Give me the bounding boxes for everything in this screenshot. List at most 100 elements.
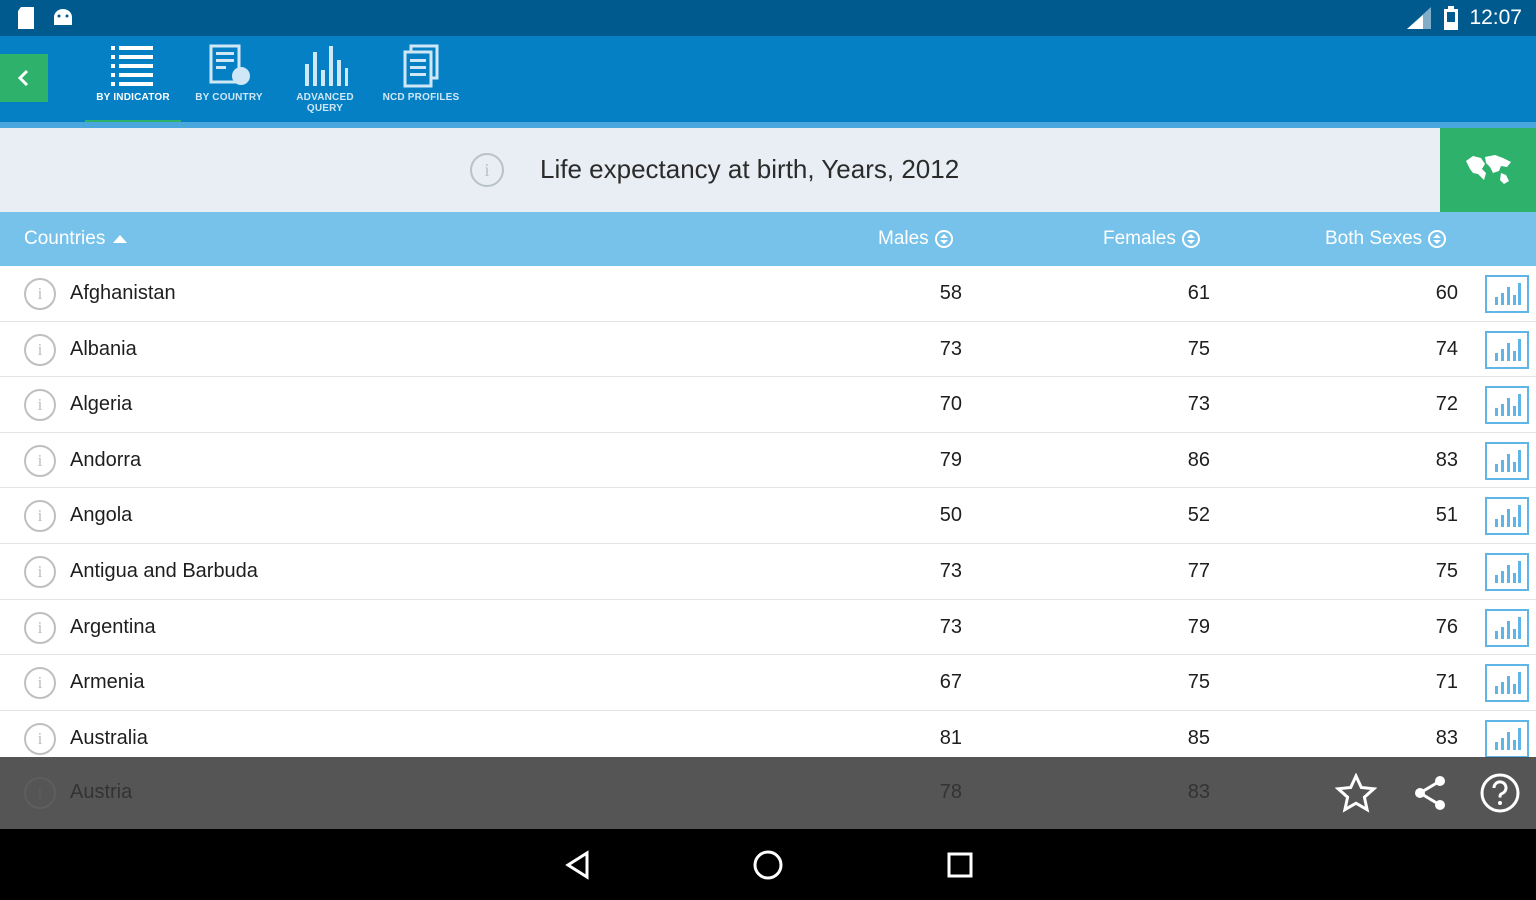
- chart-button[interactable]: [1485, 552, 1529, 591]
- country-name: Argentina: [70, 615, 156, 638]
- females-value: 73: [1187, 393, 1210, 416]
- bar-chart-icon: [1495, 394, 1521, 417]
- nav-recents-button[interactable]: [942, 847, 978, 883]
- table-row[interactable]: i Angola 50 52 51: [0, 488, 1536, 544]
- signal-icon: [1407, 7, 1432, 29]
- favorite-button[interactable]: [1334, 771, 1378, 815]
- status-left: [16, 7, 74, 29]
- header-countries[interactable]: Countries: [24, 228, 129, 250]
- star-icon: [1335, 773, 1377, 813]
- both-value: 72: [1435, 393, 1458, 416]
- table-row[interactable]: i Algeria 70 73 72: [0, 377, 1536, 433]
- females-value: 85: [1187, 726, 1210, 749]
- info-icon[interactable]: i: [470, 153, 504, 187]
- table-row-partial[interactable]: i Austria 78 83: [0, 765, 1536, 821]
- females-value: 52: [1187, 504, 1210, 527]
- sd-card-icon: [18, 7, 34, 29]
- table-row[interactable]: i Antigua and Barbuda 73 77 75: [0, 543, 1536, 600]
- females-value: 86: [1187, 448, 1210, 471]
- country-name: Armenia: [70, 671, 145, 694]
- both-value: 83: [1435, 726, 1458, 749]
- chart-button[interactable]: [1485, 330, 1529, 369]
- help-button[interactable]: [1478, 771, 1522, 815]
- males-value: 73: [939, 615, 962, 638]
- females-value: 61: [1187, 282, 1210, 304]
- header-males[interactable]: Males: [878, 228, 953, 250]
- sort-icon: [934, 230, 953, 248]
- males-value: 81: [939, 726, 962, 749]
- bar-chart-icon: [1495, 727, 1521, 750]
- chart-button[interactable]: [1485, 386, 1529, 425]
- chart-button[interactable]: [1485, 275, 1529, 313]
- both-value: 60: [1435, 282, 1458, 304]
- chart-button[interactable]: [1485, 441, 1529, 480]
- share-icon: [1415, 776, 1445, 810]
- header-both-sexes[interactable]: Both Sexes: [1325, 228, 1447, 250]
- info-icon[interactable]: i: [24, 333, 56, 366]
- info-icon[interactable]: i: [24, 389, 56, 422]
- status-time: 12:07: [1469, 6, 1522, 29]
- nav-back-button[interactable]: [560, 847, 596, 883]
- table-row[interactable]: i Afghanistan 58 61 60: [0, 266, 1536, 322]
- tab-by-country[interactable]: BY COUNTRY: [181, 40, 277, 122]
- header-females[interactable]: Females: [1103, 228, 1200, 250]
- battery-icon: [1444, 6, 1459, 30]
- males-value: 79: [939, 448, 962, 471]
- indicator-title: Life expectancy at birth, Years, 2012: [540, 154, 960, 184]
- table-row[interactable]: i Albania 73 75 74: [0, 321, 1536, 378]
- tab-label: BY COUNTRY: [195, 92, 263, 103]
- app-toolbar: BY INDICATOR BY COUNTRY ADVANCED QUERY N…: [0, 36, 1536, 125]
- bar-chart-icon: [1495, 449, 1521, 472]
- tab-label: NCD PROFILES: [382, 92, 460, 103]
- info-icon[interactable]: i: [24, 555, 56, 588]
- both-value: 83: [1435, 448, 1458, 471]
- list-icon: [105, 40, 161, 92]
- share-button[interactable]: [1408, 771, 1452, 815]
- bar-chart-icon: [1495, 283, 1521, 305]
- bottom-action-bar: i Austria 78 83: [0, 757, 1536, 829]
- chart-button[interactable]: [1485, 497, 1529, 536]
- males-value: 78: [939, 781, 962, 803]
- table-row[interactable]: i Argentina 73 79 76: [0, 599, 1536, 656]
- info-icon[interactable]: i: [24, 278, 56, 310]
- chart-button[interactable]: [1485, 719, 1529, 758]
- chart-button[interactable]: [1485, 608, 1529, 647]
- info-icon[interactable]: i: [24, 777, 56, 809]
- country-name: Antigua and Barbuda: [70, 559, 258, 582]
- country-name: Albania: [70, 337, 137, 360]
- back-button[interactable]: [0, 54, 48, 102]
- males-value: 67: [939, 671, 962, 694]
- nav-home-button[interactable]: [750, 847, 786, 883]
- females-value: 83: [1187, 781, 1210, 803]
- table-row[interactable]: i Andorra 79 86 83: [0, 432, 1536, 489]
- table-row[interactable]: i Armenia 67 75 71: [0, 655, 1536, 711]
- tab-label: ADVANCED QUERY: [296, 92, 354, 114]
- info-icon[interactable]: i: [24, 722, 56, 755]
- info-icon[interactable]: i: [24, 667, 56, 700]
- map-button[interactable]: [1440, 128, 1536, 212]
- both-value: 76: [1435, 615, 1458, 638]
- info-icon[interactable]: i: [24, 611, 56, 644]
- country-doc-icon: [201, 40, 257, 92]
- chart-button[interactable]: [1485, 664, 1529, 703]
- country-name: Angola: [70, 504, 133, 527]
- sort-icon: [1181, 230, 1200, 248]
- header-males-label: Males: [878, 228, 929, 249]
- chevron-left-icon: [17, 69, 29, 87]
- indicator-bar: i Life expectancy at birth, Years, 2012: [0, 128, 1440, 212]
- males-value: 70: [939, 393, 962, 416]
- country-name: Andorra: [70, 448, 142, 471]
- tab-by-indicator[interactable]: BY INDICATOR: [85, 40, 181, 125]
- country-name: Afghanistan: [70, 282, 176, 304]
- bar-chart-icon: [1495, 616, 1521, 639]
- info-icon[interactable]: i: [24, 444, 56, 477]
- tab-ncd-profiles[interactable]: NCD PROFILES: [373, 40, 469, 122]
- bar-chart-icon: [297, 40, 353, 92]
- bar-chart-icon: [1495, 505, 1521, 528]
- info-icon[interactable]: i: [24, 500, 56, 533]
- back-triangle-icon: [565, 850, 589, 880]
- status-right: 12:07: [1405, 6, 1522, 30]
- world-map-icon: [1466, 155, 1511, 184]
- tab-advanced-query[interactable]: ADVANCED QUERY: [277, 40, 373, 122]
- table-body: i Afghanistan 58 61 60 i Albania 73 75 7…: [0, 266, 1536, 767]
